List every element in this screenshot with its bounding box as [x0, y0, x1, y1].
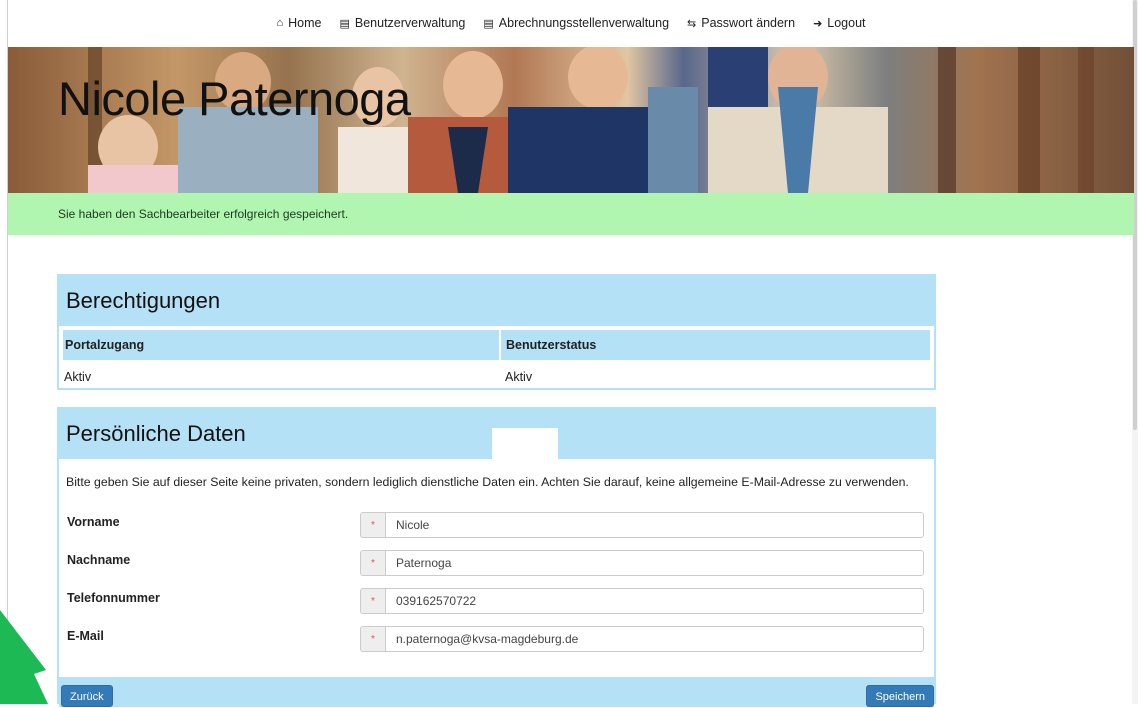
- nav-benutzerverwaltung[interactable]: ▤ Benutzerverwaltung: [339, 16, 465, 30]
- form-row-nachname: Nachname *: [66, 550, 926, 578]
- top-navigation: ⌂ Home ▤ Benutzerverwaltung ▤ Abrechnung…: [8, 0, 1134, 46]
- vorname-input-group: *: [360, 512, 924, 538]
- column-header-benutzerstatus: Benutzerstatus: [499, 328, 932, 362]
- permissions-panel-header: Berechtigungen: [59, 276, 934, 326]
- personal-data-panel: Persönliche Daten Bitte geben Sie auf di…: [57, 407, 936, 707]
- cell-benutzerstatus: Aktiv: [505, 370, 533, 384]
- email-input-group: *: [360, 626, 924, 652]
- logout-icon: ➜: [813, 17, 823, 30]
- nav-logout[interactable]: ➜ Logout: [813, 16, 865, 30]
- vorname-label: Vorname: [67, 515, 120, 529]
- email-label: E-Mail: [67, 629, 104, 643]
- list-icon: ▤: [339, 17, 350, 30]
- permissions-title: Berechtigungen: [66, 288, 221, 313]
- nav-abrechnungsstellenverwaltung[interactable]: ▤ Abrechnungsstellenverwaltung: [483, 16, 669, 30]
- nachname-label: Nachname: [67, 553, 131, 567]
- required-icon: *: [360, 550, 385, 576]
- nav-home[interactable]: ⌂ Home: [276, 16, 321, 30]
- cell-portalzugang: Aktiv: [64, 370, 92, 384]
- nav-abrechnungsstellenverwaltung-label: Abrechnungsstellenverwaltung: [498, 16, 670, 30]
- nav-logout-label: Logout: [827, 16, 866, 30]
- form-row-vorname: Vorname *: [66, 512, 926, 540]
- nachname-input[interactable]: [385, 550, 924, 576]
- nav-home-label: Home: [288, 16, 322, 30]
- required-icon: *: [360, 626, 385, 652]
- home-icon: ⌂: [276, 17, 284, 29]
- personal-data-panel-footer: Zurück Speichern: [59, 677, 934, 707]
- required-icon: *: [360, 512, 385, 538]
- list-icon: ▤: [483, 17, 494, 30]
- nachname-input-group: *: [360, 550, 924, 576]
- permissions-table: Portalzugang Benutzerstatus Aktiv Aktiv: [61, 328, 932, 392]
- table-row: Aktiv Aktiv: [62, 361, 931, 392]
- header-banner: Nicole Paternoga: [8, 47, 1134, 193]
- telefonnummer-label: Telefonnummer: [67, 591, 160, 605]
- required-icon: *: [360, 588, 385, 614]
- vorname-input[interactable]: [385, 512, 924, 538]
- table-header-row: Portalzugang Benutzerstatus: [61, 328, 932, 362]
- nav-passwort-aendern-label: Passwort ändern: [701, 16, 796, 30]
- nav-benutzerverwaltung-label: Benutzerverwaltung: [354, 16, 466, 30]
- column-header-portalzugang: Portalzugang: [61, 328, 501, 362]
- success-message: Sie haben den Sachbearbeiter erfolgreich…: [58, 207, 349, 221]
- blank-overlay: [492, 428, 558, 459]
- success-alert: Sie haben den Sachbearbeiter erfolgreich…: [8, 193, 1134, 235]
- telefonnummer-input-group: *: [360, 588, 924, 614]
- telefonnummer-input[interactable]: [385, 588, 924, 614]
- permissions-panel: Berechtigungen Portalzugang Benutzerstat…: [57, 274, 936, 390]
- nav-passwort-aendern[interactable]: ⇆ Passwort ändern: [687, 16, 795, 30]
- privacy-notice: Bitte geben Sie auf dieser Seite keine p…: [66, 475, 909, 489]
- form-row-telefonnummer: Telefonnummer *: [66, 588, 926, 616]
- email-field[interactable]: [385, 626, 924, 652]
- retweet-icon: ⇆: [687, 17, 697, 30]
- green-arrow-icon: [0, 610, 48, 704]
- form-row-email: E-Mail *: [66, 626, 926, 654]
- page-title: Nicole Paternoga: [58, 72, 411, 125]
- personal-data-title: Persönliche Daten: [66, 421, 246, 446]
